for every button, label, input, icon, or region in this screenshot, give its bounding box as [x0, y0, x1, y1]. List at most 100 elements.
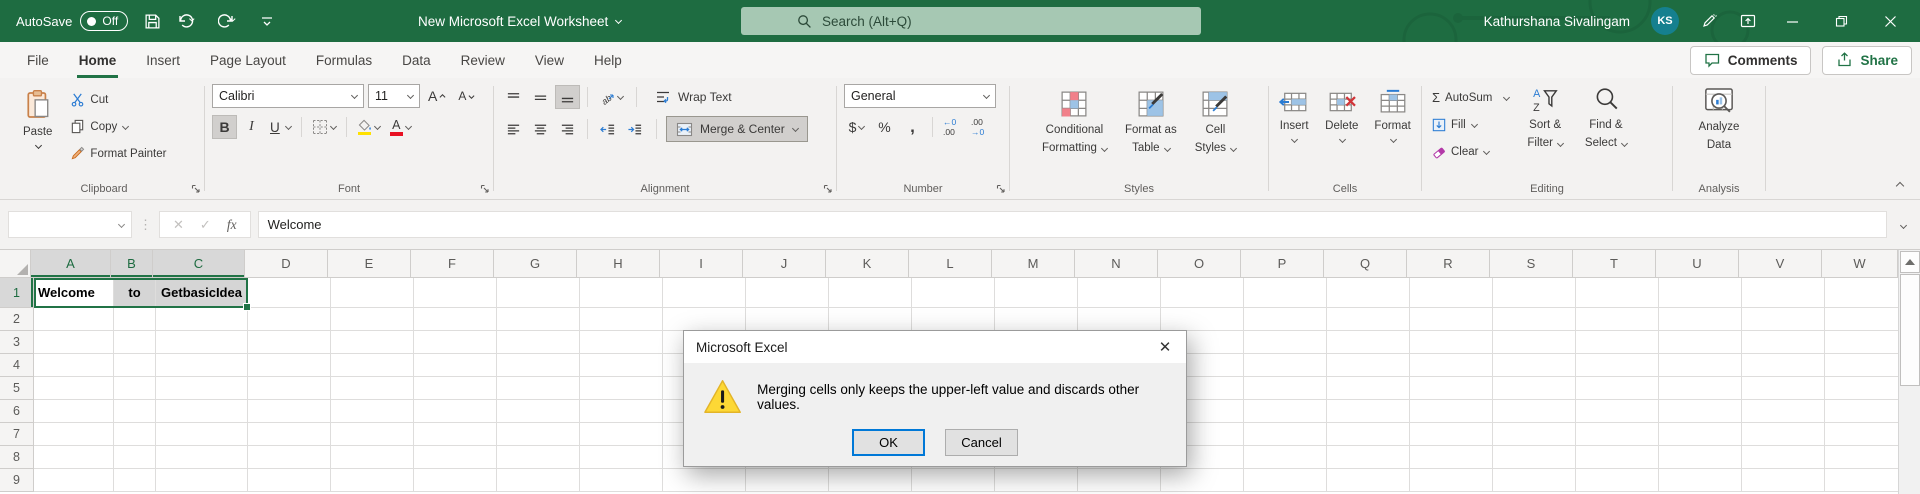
top-align-button[interactable]: [501, 85, 526, 109]
cell-S7[interactable]: [1493, 423, 1576, 446]
cell-I9[interactable]: [663, 469, 746, 492]
formula-input[interactable]: Welcome: [257, 211, 1887, 238]
cell-T4[interactable]: [1576, 354, 1659, 377]
format-as-table-button[interactable]: Format as Table: [1118, 84, 1184, 161]
cell-G8[interactable]: [497, 446, 580, 469]
underline-chevron[interactable]: [285, 124, 291, 130]
row-header-8[interactable]: 8: [0, 446, 34, 469]
cell-U5[interactable]: [1659, 377, 1742, 400]
cell-D3[interactable]: [248, 331, 331, 354]
column-header-V[interactable]: V: [1739, 250, 1822, 278]
cell-R9[interactable]: [1410, 469, 1493, 492]
tab-data[interactable]: Data: [387, 42, 446, 78]
sort-filter-chevron[interactable]: [1557, 141, 1563, 147]
font-family-select[interactable]: Calibri: [212, 84, 364, 108]
cell-Q3[interactable]: [1327, 331, 1410, 354]
row-header-5[interactable]: 5: [0, 377, 34, 400]
cell-S4[interactable]: [1493, 354, 1576, 377]
clipboard-dialog-launcher[interactable]: [191, 184, 201, 194]
accounting-chevron[interactable]: [858, 124, 864, 130]
ribbon-display-options-icon[interactable]: [1739, 12, 1757, 30]
font-dialog-launcher[interactable]: [480, 184, 490, 194]
cell-M1[interactable]: [995, 278, 1078, 308]
cell-W3[interactable]: [1825, 331, 1898, 354]
cell-W7[interactable]: [1825, 423, 1898, 446]
bold-button[interactable]: B: [212, 115, 237, 139]
column-header-H[interactable]: H: [577, 250, 660, 278]
cell-C1[interactable]: GetbasicIdea: [156, 278, 248, 308]
cell-R2[interactable]: [1410, 308, 1493, 331]
fill-chevron[interactable]: [1471, 122, 1477, 128]
cell-A4[interactable]: [34, 354, 114, 377]
column-header-D[interactable]: D: [245, 250, 328, 278]
cell-C2[interactable]: [156, 308, 248, 331]
cell-V7[interactable]: [1742, 423, 1825, 446]
cell-R4[interactable]: [1410, 354, 1493, 377]
cell-J9[interactable]: [746, 469, 829, 492]
cell-A2[interactable]: [34, 308, 114, 331]
cell-U2[interactable]: [1659, 308, 1742, 331]
cell-U7[interactable]: [1659, 423, 1742, 446]
insert-cells-button[interactable]: Insert: [1272, 84, 1316, 148]
cell-S8[interactable]: [1493, 446, 1576, 469]
column-header-I[interactable]: I: [660, 250, 743, 278]
tab-home[interactable]: Home: [64, 42, 132, 78]
confirm-entry-icon[interactable]: ✓: [200, 217, 211, 233]
column-header-T[interactable]: T: [1573, 250, 1656, 278]
cell-O2[interactable]: [1161, 308, 1244, 331]
cell-Q9[interactable]: [1327, 469, 1410, 492]
tab-insert[interactable]: Insert: [131, 42, 195, 78]
avatar[interactable]: KS: [1651, 7, 1679, 35]
delete-cells-button[interactable]: Delete: [1318, 84, 1365, 148]
cell-R1[interactable]: [1410, 278, 1493, 308]
customize-qat-icon[interactable]: [258, 12, 276, 30]
cell-G6[interactable]: [497, 400, 580, 423]
increase-indent-button[interactable]: [622, 117, 647, 141]
increase-decimal-button[interactable]: ←0 .00: [940, 115, 965, 139]
cell-O1[interactable]: [1161, 278, 1244, 308]
cell-W2[interactable]: [1825, 308, 1898, 331]
cell-styles-button[interactable]: Cell Styles: [1188, 84, 1243, 161]
select-all-corner[interactable]: [0, 250, 31, 278]
cell-P8[interactable]: [1244, 446, 1327, 469]
clear-chevron[interactable]: [1483, 149, 1489, 155]
middle-align-button[interactable]: [528, 85, 553, 109]
cell-A3[interactable]: [34, 331, 114, 354]
cell-H7[interactable]: [580, 423, 663, 446]
fill-button[interactable]: Fill: [1429, 113, 1512, 136]
clear-button[interactable]: Clear: [1429, 140, 1512, 163]
cell-S9[interactable]: [1493, 469, 1576, 492]
italic-button[interactable]: I: [239, 115, 264, 139]
cell-A8[interactable]: [34, 446, 114, 469]
cell-S2[interactable]: [1493, 308, 1576, 331]
column-header-U[interactable]: U: [1656, 250, 1739, 278]
cell-D4[interactable]: [248, 354, 331, 377]
cell-R8[interactable]: [1410, 446, 1493, 469]
ink-pen-icon[interactable]: [1700, 12, 1718, 30]
autosum-chevron[interactable]: [1503, 95, 1509, 101]
format-as-table-chevron[interactable]: [1164, 146, 1170, 152]
scroll-up-button[interactable]: [1899, 251, 1920, 273]
cell-F2[interactable]: [414, 308, 497, 331]
cell-B1[interactable]: to: [114, 278, 156, 308]
cell-J2[interactable]: [746, 308, 829, 331]
cell-A7[interactable]: [34, 423, 114, 446]
cell-L2[interactable]: [912, 308, 995, 331]
cell-K9[interactable]: [829, 469, 912, 492]
tab-review[interactable]: Review: [446, 42, 520, 78]
cell-K2[interactable]: [829, 308, 912, 331]
cell-C8[interactable]: [156, 446, 248, 469]
search-box[interactable]: [741, 7, 1201, 35]
vertical-scrollbar[interactable]: [1898, 250, 1920, 494]
cell-styles-chevron[interactable]: [1230, 146, 1236, 152]
delete-chevron[interactable]: [1339, 137, 1345, 143]
cancel-entry-icon[interactable]: ✕: [173, 217, 184, 233]
cell-L1[interactable]: [912, 278, 995, 308]
font-color-chevron[interactable]: [405, 124, 411, 130]
orientation-chevron[interactable]: [617, 94, 623, 100]
cell-O9[interactable]: [1161, 469, 1244, 492]
cell-B3[interactable]: [114, 331, 156, 354]
name-box[interactable]: [8, 211, 132, 238]
cell-L9[interactable]: [912, 469, 995, 492]
cell-A6[interactable]: [34, 400, 114, 423]
